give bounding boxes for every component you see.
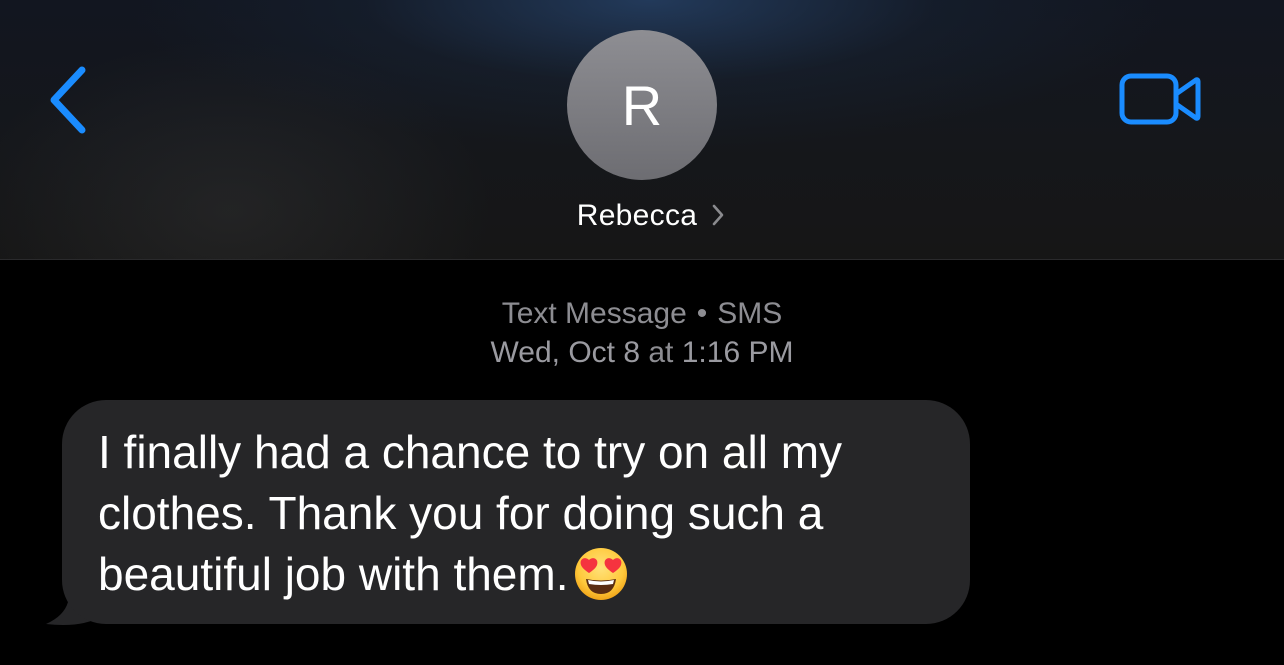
contact-name: Rebecca xyxy=(576,199,698,232)
avatar-initial: R xyxy=(621,74,663,137)
contact-avatar[interactable]: R xyxy=(567,30,717,180)
timestamp-line: Wed, Oct 8 at 1:16 PM xyxy=(0,333,1284,372)
video-camera-icon xyxy=(1119,73,1201,125)
message-body: I finally had a chance to try on all my … xyxy=(98,426,843,600)
chevron-right-icon xyxy=(711,203,725,232)
facetime-video-button[interactable] xyxy=(1116,68,1206,130)
messages-screen: R Rebecca Text Message • SMS Wed, Oct 8 at… xyxy=(0,0,1284,665)
message-text: I finally had a chance to try on all my … xyxy=(98,422,940,617)
service-type: SMS xyxy=(717,297,783,330)
timestamp-at: at xyxy=(648,336,674,369)
service-line: Text Message • SMS xyxy=(0,294,1284,333)
chevron-left-icon xyxy=(50,66,86,134)
conversation-header: R Rebecca xyxy=(0,0,1284,260)
message-time: 1:16 PM xyxy=(681,336,794,369)
conversation-meta: Text Message • SMS Wed, Oct 8 at 1:16 PM xyxy=(0,294,1284,372)
contact-name-button[interactable]: Rebecca xyxy=(0,196,1284,236)
heart-eyes-emoji-icon xyxy=(573,546,629,617)
message-date: Wed, Oct 8 xyxy=(490,336,641,369)
back-button[interactable] xyxy=(44,62,94,138)
incoming-message-bubble[interactable]: I finally had a chance to try on all my … xyxy=(62,400,970,624)
service-label: Text Message xyxy=(501,297,687,330)
service-separator: • xyxy=(696,297,708,330)
